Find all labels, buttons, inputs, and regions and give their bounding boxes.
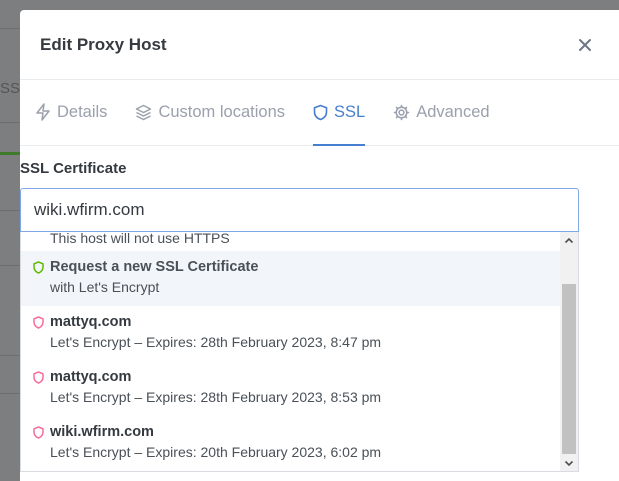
shield-icon — [33, 370, 44, 384]
option-request-new-certificate[interactable]: Request a new SSL Certificate with Let's… — [21, 251, 562, 306]
tab-label: Advanced — [416, 102, 490, 121]
layers-icon — [136, 104, 152, 120]
tab-label: SSL — [334, 102, 366, 121]
tab-label: Custom locations — [158, 102, 285, 121]
tab-details[interactable]: Details — [35, 80, 107, 146]
background-divider — [0, 122, 22, 123]
scroll-up-button[interactable] — [560, 232, 578, 249]
dropdown-options: This host will not use HTTPS Request a n… — [21, 232, 562, 471]
option-subtitle: Let's Encrypt – Expires: 28th February 2… — [50, 389, 382, 405]
tab-bar: Details Custom locations SSL Advanced — [20, 80, 619, 146]
ssl-certificate-label: SSL Certificate — [20, 160, 127, 177]
modal-header: Edit Proxy Host — [20, 10, 619, 80]
option-subtitle: Let's Encrypt – Expires: 28th February 2… — [50, 334, 382, 350]
background-divider — [0, 28, 22, 29]
tab-advanced[interactable]: Advanced — [393, 80, 490, 146]
gear-icon — [393, 104, 410, 120]
close-button[interactable] — [575, 35, 595, 55]
option-title: mattyq.com — [50, 314, 132, 330]
option-subtitle: Let's Encrypt – Expires: 20th February 2… — [50, 444, 382, 460]
option-certificate[interactable]: wiki.wfirm.com Let's Encrypt – Expires: … — [21, 416, 562, 471]
background-divider — [0, 393, 22, 394]
shield-icon — [33, 425, 44, 439]
option-certificate[interactable]: mattyq.com Let's Encrypt – Expires: 28th… — [21, 306, 562, 361]
option-no-ssl[interactable]: This host will not use HTTPS — [21, 232, 562, 251]
scrollbar-thumb[interactable] — [562, 284, 576, 454]
ssl-certificate-select[interactable]: wiki.wfirm.com — [20, 188, 579, 232]
chevron-down-icon — [564, 460, 574, 467]
tab-ssl[interactable]: SSL — [313, 80, 366, 146]
option-title: wiki.wfirm.com — [50, 424, 154, 440]
chevron-up-icon — [564, 237, 574, 244]
tab-label: Details — [57, 102, 108, 121]
option-title: Request a new SSL Certificate — [50, 259, 259, 275]
shield-icon — [33, 315, 44, 329]
option-subtitle: with Let's Encrypt — [50, 279, 160, 295]
option-certificate[interactable]: mattyq.com Let's Encrypt – Expires: 28th… — [21, 361, 562, 416]
option-subtitle: This host will not use HTTPS — [50, 232, 230, 246]
shield-icon — [33, 260, 44, 274]
background-divider — [0, 210, 22, 211]
background-active-indicator — [0, 152, 22, 155]
background-divider — [0, 265, 22, 266]
lightning-icon — [36, 103, 50, 121]
background-divider — [0, 355, 22, 356]
dropdown-scrollbar[interactable] — [560, 232, 578, 471]
ssl-certificate-value: wiki.wfirm.com — [34, 200, 145, 219]
close-icon — [579, 38, 591, 51]
option-title: mattyq.com — [50, 369, 132, 385]
ssl-certificate-dropdown: This host will not use HTTPS Request a n… — [20, 232, 579, 472]
modal-title: Edit Proxy Host — [40, 34, 167, 54]
shield-icon — [313, 104, 328, 120]
scroll-down-button[interactable] — [560, 455, 578, 471]
tab-custom-locations[interactable]: Custom locations — [135, 80, 285, 146]
